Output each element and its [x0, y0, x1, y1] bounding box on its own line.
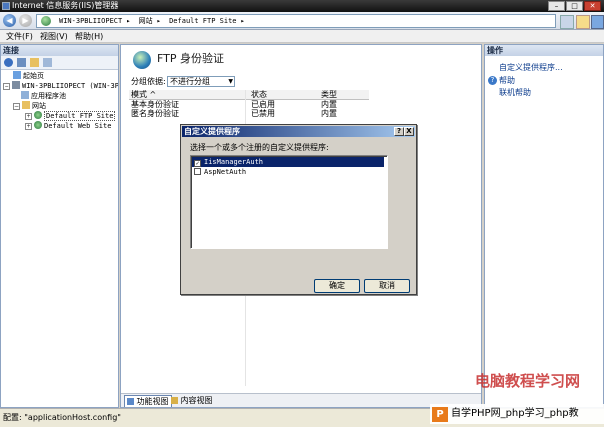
action-help[interactable]: 帮助	[499, 75, 515, 86]
providers-list[interactable]: ✓ IisManagerAuth AspNetAuth	[190, 155, 388, 249]
menu-view[interactable]: 视图(V)	[40, 31, 68, 42]
connections-pane: 连接 起始页 −WIN-3PBLIIOPECT (WIN-3PBLI 应用程序池…	[0, 44, 119, 408]
dialog-close-button[interactable]: X	[404, 127, 414, 136]
chevron-down-icon: ▼	[228, 78, 233, 85]
table-header: 模式 ^ 状态 类型	[129, 90, 369, 100]
tree-item-start-page[interactable]: 起始页	[13, 71, 44, 81]
sites-folder-icon	[22, 101, 30, 109]
save-icon[interactable]	[17, 58, 26, 67]
tree-item-server[interactable]: −WIN-3PBLIIOPECT (WIN-3PBLI	[3, 81, 118, 91]
stop-icon[interactable]	[576, 15, 590, 29]
column-header-mode[interactable]: 模式 ^	[131, 90, 156, 99]
provider-checkbox[interactable]	[194, 168, 201, 175]
tree-item-default-web-site[interactable]: + Default Web Site	[25, 121, 111, 131]
watermark-logo-icon: P	[432, 407, 448, 422]
tree-item-default-ftp-site[interactable]: + Default FTP Site	[25, 111, 116, 121]
back-icon[interactable]: ◀	[3, 14, 16, 27]
menu-bar: 文件(F) 视图(V) 帮助(H)	[0, 30, 604, 43]
table-row[interactable]: 基本身份验证 已启用 内置	[129, 100, 369, 109]
action-online-help[interactable]: 联机帮助	[499, 87, 531, 98]
breadcrumb-item[interactable]: 网站	[139, 17, 153, 25]
column-header-type[interactable]: 类型	[321, 90, 337, 99]
globe-icon	[34, 111, 42, 119]
view-tabs: 功能视图 内容视图	[121, 393, 481, 407]
provider-item-iismanagerauth[interactable]: ✓ IisManagerAuth	[192, 157, 384, 167]
ftp-auth-globe-icon	[133, 51, 151, 69]
cancel-button[interactable]: 取消	[364, 279, 410, 293]
watermark-text: 自学PHP网_php学习_php教	[451, 408, 579, 419]
tab-content-view[interactable]: 内容视图	[169, 395, 215, 406]
start-page-icon	[13, 71, 21, 79]
breadcrumb-item[interactable]: Default FTP Site	[169, 17, 236, 25]
dialog-prompt: 选择一个或多个注册的自定义提供程序:	[190, 143, 329, 152]
menu-help[interactable]: 帮助(H)	[75, 31, 103, 42]
address-bar: ◀ ▶ WIN-3PBLIIOPECT ▸ 网站 ▸ Default FTP Sit…	[0, 12, 604, 30]
tree-item-app-pools[interactable]: 应用程序池	[21, 91, 66, 101]
page-title: FTP 身份验证	[157, 52, 224, 65]
refresh-tree-icon[interactable]	[43, 58, 52, 67]
watermark: P 自学PHP网_php学习_php教	[430, 404, 604, 424]
actions-pane: 操作 自定义提供程序... ? 帮助 联机帮助	[484, 44, 604, 408]
dialog-title: 自定义提供程序 ? X	[182, 126, 415, 137]
dialog-help-button[interactable]: ?	[394, 127, 404, 136]
column-header-status[interactable]: 状态	[251, 90, 267, 99]
custom-providers-dialog: 自定义提供程序 ? X 选择一个或多个注册的自定义提供程序: ✓ IisManag…	[180, 124, 417, 295]
server-globe-icon	[41, 16, 51, 26]
minimize-button[interactable]: –	[548, 1, 565, 11]
action-custom-providers[interactable]: 自定义提供程序...	[499, 62, 563, 73]
status-text: 配置: "applicationHost.config"	[3, 413, 121, 422]
breadcrumb[interactable]: WIN-3PBLIIOPECT ▸ 网站 ▸ Default FTP Site ▸	[36, 14, 556, 28]
menu-file[interactable]: 文件(F)	[6, 31, 33, 42]
folder-icon[interactable]	[30, 58, 39, 67]
help-toolbar-icon[interactable]	[591, 15, 604, 29]
watermark-top: 电脑教程学习网	[475, 372, 581, 390]
groupby-select[interactable]: 不进行分组 ▼	[167, 76, 235, 87]
features-view-icon	[127, 398, 134, 405]
table-row[interactable]: 匿名身份验证 已禁用 内置	[129, 109, 369, 118]
actions-header: 操作	[485, 45, 603, 56]
app-pool-icon	[21, 91, 29, 99]
window-title: Internet 信息服务(IIS)管理器	[12, 1, 119, 10]
content-view-icon	[171, 397, 178, 404]
groupby-label: 分组依据:	[131, 77, 166, 86]
provider-item-aspnetauth[interactable]: AspNetAuth	[192, 167, 384, 177]
connections-toolbar	[1, 56, 118, 70]
close-window-button[interactable]: ✕	[584, 1, 601, 11]
connections-header: 连接	[1, 45, 118, 56]
maximize-button[interactable]: □	[566, 1, 583, 11]
tab-features-view[interactable]: 功能视图	[124, 395, 172, 407]
iis-app-icon	[2, 2, 10, 10]
ok-button[interactable]: 确定	[314, 279, 360, 293]
tree-item-sites[interactable]: − 网站	[13, 101, 46, 111]
title-bar: Internet 信息服务(IIS)管理器 – □ ✕	[0, 0, 604, 12]
provider-checkbox[interactable]: ✓	[194, 160, 201, 167]
help-icon: ?	[488, 76, 497, 85]
connect-icon[interactable]	[4, 58, 13, 67]
forward-icon[interactable]: ▶	[19, 14, 32, 27]
server-icon	[12, 81, 20, 89]
breadcrumb-item[interactable]: WIN-3PBLIIOPECT	[59, 17, 122, 25]
globe-icon	[34, 121, 42, 129]
refresh-icon[interactable]	[560, 15, 574, 29]
